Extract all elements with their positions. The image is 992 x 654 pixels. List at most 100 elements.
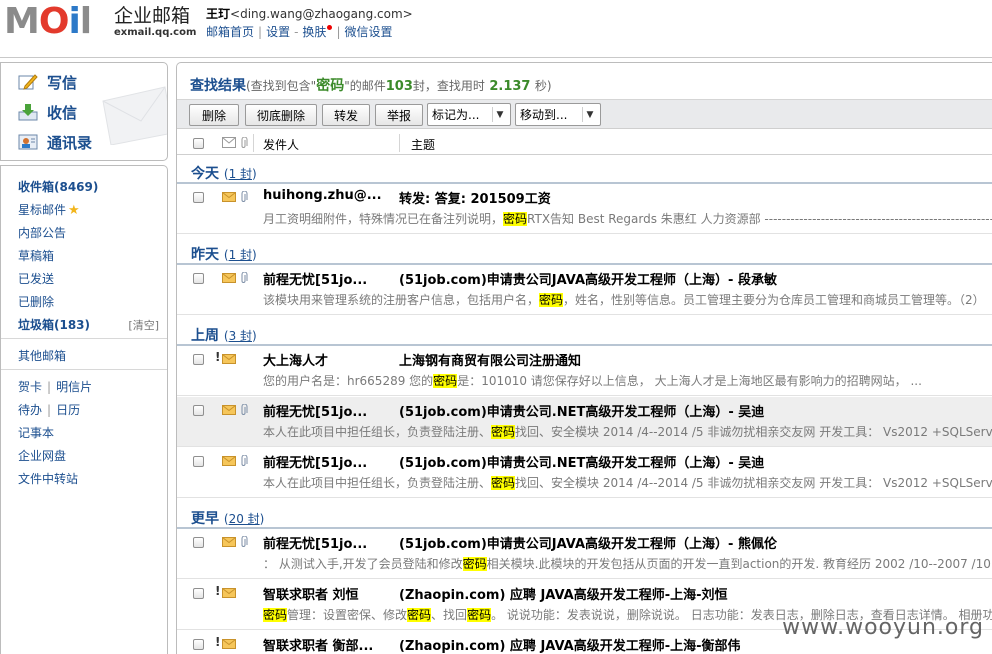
link-settings[interactable]: 设置 [266,25,290,39]
folder-announce[interactable]: 内部公告 [18,224,66,242]
mail-preview: 您的用户名是：hr665289 您的密码是：101010 请您保存好以上信息， … [263,374,922,388]
link-calendar[interactable]: 日历 [56,403,80,417]
link-postcard[interactable]: 明信片 [56,380,92,394]
group-count-link[interactable]: 1 封 [229,248,252,262]
mail-from: 大上海人才 [263,354,329,369]
perm-delete-button[interactable]: 彻底删除 [245,104,317,126]
user-email: <ding.wang@zhaogang.com> [230,7,413,21]
mail-subject[interactable]: (51job.com)申请贵公司.NET高级开发工程师（上海）- 吴迪 [399,452,764,471]
contacts-icon [17,132,39,152]
move-to-select[interactable]: 移动到... ▼ [515,103,601,126]
report-button[interactable]: 举报 [375,104,423,126]
mail-row[interactable]: huihong.zhu@... 转发: 答复: 201509工资 月工资明细附件… [177,184,992,234]
folder-drafts[interactable]: 草稿箱 [18,247,54,265]
mail-subject[interactable]: (Zhaopin.com) 应聘 JAVA高级开发工程师-上海-衡部伟 [399,635,741,654]
group-count-link[interactable]: 1 封 [229,167,252,181]
delete-button[interactable]: 删除 [189,104,239,126]
sidebar-divider [1,338,167,339]
column-header: 发件人 主题 [177,131,992,155]
new-dot-icon [327,25,333,30]
watermark: www.wooyun.org [782,615,984,640]
mail-checkbox[interactable] [193,639,204,650]
attachment-icon [241,536,248,547]
mail-checkbox[interactable] [193,537,204,548]
contacts-button[interactable]: 通讯录 [17,131,92,153]
link-skin[interactable]: 换肤 [302,25,326,39]
logo-text: 企业邮箱 exmail.qq.com [114,5,196,39]
envelope-icon [222,639,236,649]
mail-subject[interactable]: 上海钢有商贸有限公司注册通知 [399,350,581,369]
mail-preview: 月工资明细附件，特殊情况已在备注列说明，密码RTX告知 Best Regards… [263,212,992,226]
group-count-link[interactable]: 20 封 [229,512,260,526]
mail-subject[interactable]: 转发: 答复: 201509工资 [399,188,551,207]
mail-from: 智联求职者 衡部... [263,639,374,654]
mail-from: 智联求职者 刘恒 [263,588,359,603]
mail-checkbox[interactable] [193,273,204,284]
compose-button[interactable]: 写信 [17,71,77,93]
link-disk[interactable]: 企业网盘 [18,447,66,465]
result-count: 103 [385,79,413,94]
attachment-icon [241,137,248,148]
folder-deleted[interactable]: 已删除 [18,293,54,311]
envelope-icon [222,456,236,466]
attachment-icon [241,404,248,415]
folder-inbox[interactable]: 收件箱(8469) [18,178,98,196]
group-header: 更早 (20 封) [177,506,992,529]
attachment-icon [241,455,248,466]
search-result-title: 查找结果(查找到包含"密码"的邮件103封，查找用时 2.137 秒) [190,78,552,94]
mail-subject[interactable]: (Zhaopin.com) 应聘 JAVA高级开发工程师-上海-刘恒 [399,584,728,603]
mail-subject[interactable]: (51job.com)申请贵公司JAVA高级开发工程师（上海）- 段承敏 [399,269,777,288]
user-name: 王玎 [206,7,231,21]
sidebar-divider [1,369,167,370]
mail-row[interactable]: 前程无忧[51jo... (51job.com)申请贵公司.NET高级开发工程师… [177,448,992,498]
mail-row[interactable]: 前程无忧[51jo... (51job.com)申请贵公司JAVA高级开发工程师… [177,529,992,579]
col-subject[interactable]: 主题 [411,136,435,153]
envelope-icon [222,192,236,202]
mail-checkbox[interactable] [193,405,204,416]
select-all-checkbox[interactable] [193,138,204,149]
mail-row[interactable]: ! 大上海人才 上海钢有商贸有限公司注册通知 您的用户名是：hr665289 您… [177,346,992,396]
receive-button[interactable]: 收信 [17,101,77,123]
link-todo[interactable]: 待办 [18,403,42,417]
folder-starred[interactable]: 星标邮件 ★ [18,201,80,219]
envelope-icon [222,354,236,364]
toolbar: 删除 彻底删除 转发 举报 标记为... ▼ 移动到... ▼ [177,99,992,129]
envelope-icon [222,588,236,598]
sidebar: 写信 收信 通讯录 收件箱(8469) 星标邮件 ★ 内部公告 草稿箱 已发送 已… [0,62,170,654]
mail-preview: 本人在此项目中担任组长，负责登陆注册、密码找回、安全模块 2014 /4--20… [263,425,992,439]
mail-checkbox[interactable] [193,588,204,599]
clear-spam-link[interactable]: [清空] [128,317,159,333]
mail-checkbox[interactable] [193,192,204,203]
logo[interactable]: MOil [4,2,92,42]
mail-row[interactable]: 前程无忧[51jo... (51job.com)申请贵公司JAVA高级开发工程师… [177,265,992,315]
mail-from: 前程无忧[51jo... [263,405,368,420]
mail-subject[interactable]: (51job.com)申请贵公司.NET高级开发工程师（上海）- 吴迪 [399,401,764,420]
folder-sent[interactable]: 已发送 [18,270,54,288]
mail-subject[interactable]: (51job.com)申请贵公司JAVA高级开发工程师（上海）- 熊佩伦 [399,533,777,552]
link-card[interactable]: 贺卡 [18,380,42,394]
mail-preview: 该模块用来管理系统的注册客户信息，包括用户名，密码，姓名，性别等信息。员工管理主… [263,293,985,307]
top-links: 邮箱首页 | 设置 - 换肤 | 微信设置 [206,25,393,39]
mail-row[interactable]: 前程无忧[51jo... (51job.com)申请贵公司.NET高级开发工程师… [177,397,992,447]
link-transfer[interactable]: 文件中转站 [18,470,78,488]
mail-preview: ： 从测试入手,开发了会员登陆和修改密码相关模块.此模块的开发包括从页面的开发一… [263,557,991,571]
mail-from: 前程无忧[51jo... [263,273,368,288]
mail-checkbox[interactable] [193,456,204,467]
mark-as-select[interactable]: 标记为... ▼ [427,103,511,126]
main-panel: 查找结果(查找到包含"密码"的邮件103封，查找用时 2.137 秒) 删除 彻… [176,62,992,654]
mail-checkbox[interactable] [193,354,204,365]
forward-button[interactable]: 转发 [322,104,370,126]
link-mail-home[interactable]: 邮箱首页 [206,25,254,39]
user-info: 王玎<ding.wang@zhaogang.com> [206,5,413,22]
col-from[interactable]: 发件人 [263,136,299,153]
link-wechat-settings[interactable]: 微信设置 [344,25,392,39]
link-notes[interactable]: 记事本 [18,424,54,442]
folder-spam[interactable]: 垃圾箱(183) [18,316,90,334]
folder-other[interactable]: 其他邮箱 [18,347,66,365]
attachment-icon [241,272,248,283]
group-count-link[interactable]: 3 封 [229,329,252,343]
download-icon [17,102,39,122]
important-flag: ! [215,350,221,364]
important-flag: ! [215,635,221,649]
pencil-icon [17,72,39,92]
